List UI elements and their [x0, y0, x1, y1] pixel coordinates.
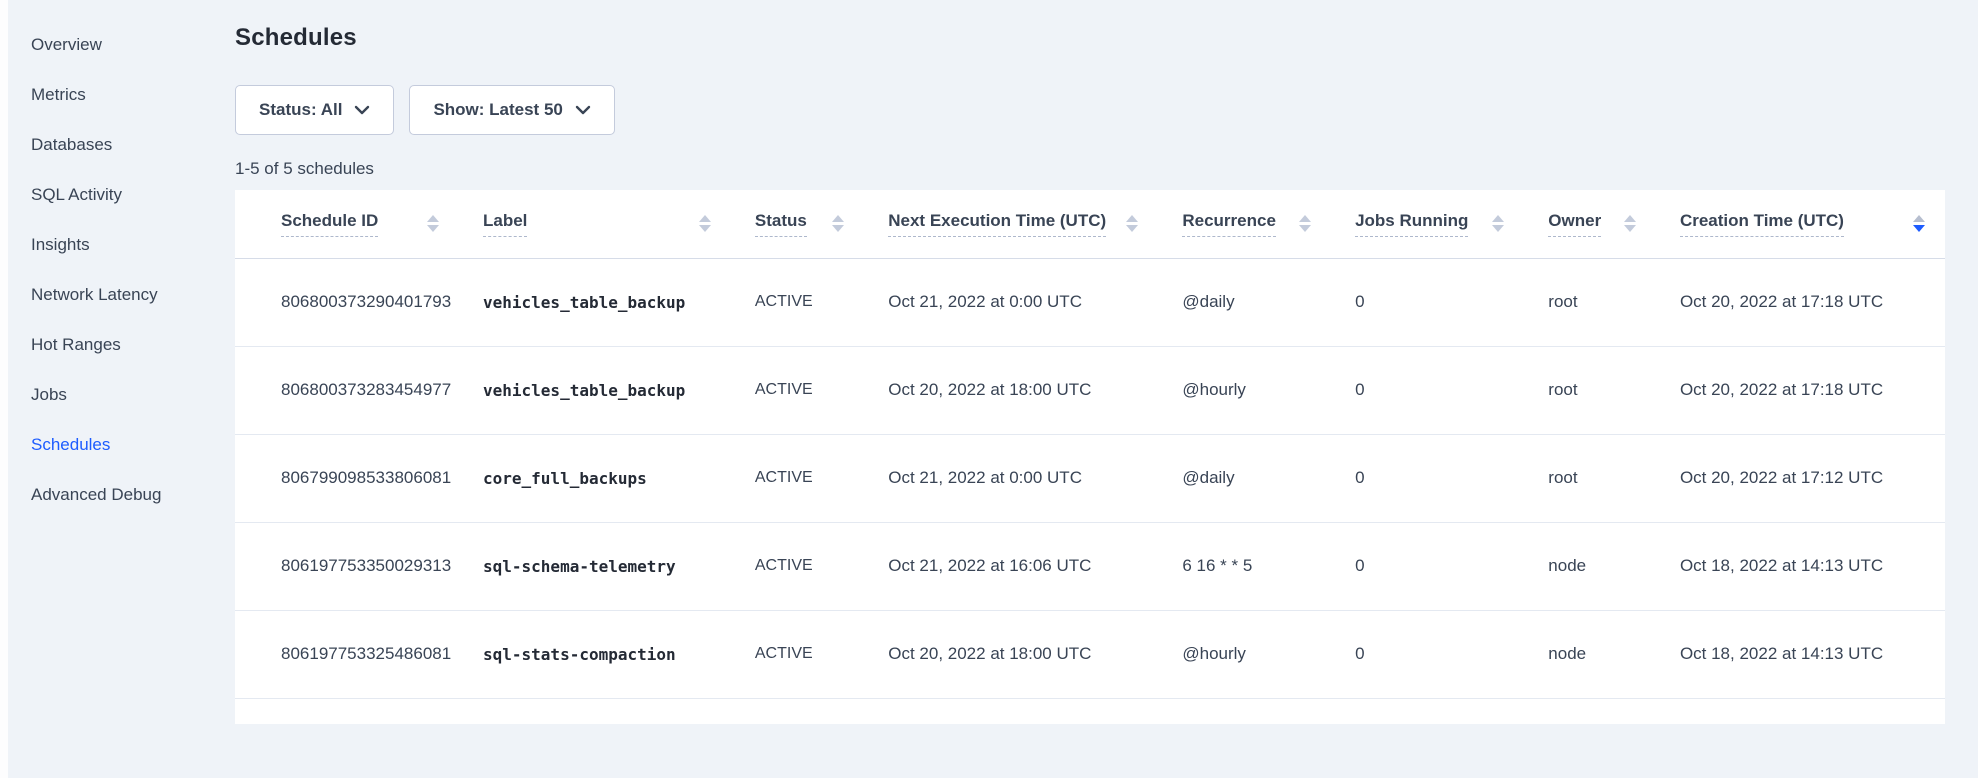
sidebar-item-hot-ranges[interactable]: Hot Ranges — [8, 320, 235, 370]
column-header-schedule-id[interactable]: Schedule ID — [235, 190, 459, 258]
show-limit-dropdown[interactable]: Show: Latest 50 — [409, 85, 614, 135]
sort-icon[interactable] — [832, 215, 844, 232]
cell-recurrence: @hourly — [1158, 346, 1331, 434]
column-header-owner[interactable]: Owner — [1524, 190, 1656, 258]
cell-schedule-id: 806197753350029313 — [235, 522, 459, 610]
table-row: 806799098533806081 core_full_backups ACT… — [235, 434, 1945, 522]
chevron-down-icon — [354, 105, 370, 115]
page-title: Schedules — [235, 24, 1945, 52]
sidebar-item-overview[interactable]: Overview — [8, 20, 235, 70]
cell-next-execution: Oct 20, 2022 at 18:00 UTC — [864, 346, 1158, 434]
schedules-table-card: Schedule ID Label Status Next Execution … — [235, 190, 1945, 724]
sidebar-item-databases[interactable]: Databases — [8, 120, 235, 170]
main-content: Schedules Status: All Show: Latest 50 1-… — [235, 0, 1978, 778]
chevron-down-icon — [575, 105, 591, 115]
sidebar-item-insights[interactable]: Insights — [8, 220, 235, 270]
cell-creation-time: Oct 18, 2022 at 14:13 UTC — [1656, 522, 1945, 610]
schedules-table: Schedule ID Label Status Next Execution … — [235, 190, 1945, 699]
table-row: 806197753325486081 sql-stats-compaction … — [235, 610, 1945, 698]
cell-schedule-id: 806799098533806081 — [235, 434, 459, 522]
cell-schedule-id: 806197753325486081 — [235, 610, 459, 698]
column-header-status[interactable]: Status — [731, 190, 864, 258]
table-header-row: Schedule ID Label Status Next Execution … — [235, 190, 1945, 258]
status-badge: ACTIVE — [731, 346, 864, 434]
cell-schedule-id: 806800373283454977 — [235, 346, 459, 434]
column-label: Jobs Running — [1355, 211, 1468, 237]
cell-jobs-running: 0 — [1331, 522, 1524, 610]
sort-icon[interactable] — [1624, 215, 1636, 232]
cell-next-execution: Oct 21, 2022 at 0:00 UTC — [864, 434, 1158, 522]
column-header-jobs-running[interactable]: Jobs Running — [1331, 190, 1524, 258]
table-row: 806800373290401793 vehicles_table_backup… — [235, 258, 1945, 346]
sidebar-item-network-latency[interactable]: Network Latency — [8, 270, 235, 320]
sort-icon[interactable] — [1126, 215, 1138, 232]
cell-recurrence: @daily — [1158, 258, 1331, 346]
status-badge: ACTIVE — [731, 610, 864, 698]
sort-icon[interactable] — [699, 215, 711, 232]
cell-label: sql-schema-telemetry — [459, 522, 731, 610]
cell-jobs-running: 0 — [1331, 610, 1524, 698]
sidebar-item-schedules[interactable]: Schedules — [8, 420, 235, 470]
cell-label: core_full_backups — [459, 434, 731, 522]
cell-jobs-running: 0 — [1331, 258, 1524, 346]
window-edge-strip — [0, 0, 8, 778]
cell-creation-time: Oct 20, 2022 at 17:12 UTC — [1656, 434, 1945, 522]
sidebar-item-advanced-debug[interactable]: Advanced Debug — [8, 470, 235, 520]
cell-owner: root — [1524, 258, 1656, 346]
column-label: Status — [755, 211, 807, 237]
column-header-creation-time[interactable]: Creation Time (UTC) — [1656, 190, 1945, 258]
cell-label: sql-stats-compaction — [459, 610, 731, 698]
sort-icon-active-desc[interactable] — [1913, 215, 1925, 232]
cell-owner: node — [1524, 522, 1656, 610]
column-label: Recurrence — [1182, 211, 1276, 237]
sidebar: Overview Metrics Databases SQL Activity … — [8, 0, 235, 778]
sort-icon[interactable] — [1492, 215, 1504, 232]
sidebar-item-metrics[interactable]: Metrics — [8, 70, 235, 120]
table-row: 806197753350029313 sql-schema-telemetry … — [235, 522, 1945, 610]
cell-owner: node — [1524, 610, 1656, 698]
filters-bar: Status: All Show: Latest 50 — [235, 85, 1945, 135]
cell-creation-time: Oct 18, 2022 at 14:13 UTC — [1656, 610, 1945, 698]
cell-owner: root — [1524, 434, 1656, 522]
status-filter-label: Status: All — [259, 100, 342, 120]
cell-next-execution: Oct 21, 2022 at 0:00 UTC — [864, 258, 1158, 346]
column-label: Label — [483, 211, 527, 237]
cell-recurrence: 6 16 * * 5 — [1158, 522, 1331, 610]
sidebar-item-jobs[interactable]: Jobs — [8, 370, 235, 420]
column-label: Schedule ID — [281, 211, 378, 237]
cell-jobs-running: 0 — [1331, 434, 1524, 522]
results-count: 1-5 of 5 schedules — [235, 159, 1945, 179]
cell-creation-time: Oct 20, 2022 at 17:18 UTC — [1656, 258, 1945, 346]
status-badge: ACTIVE — [731, 434, 864, 522]
column-label: Next Execution Time (UTC) — [888, 211, 1106, 237]
column-header-next-execution-time[interactable]: Next Execution Time (UTC) — [864, 190, 1158, 258]
cell-recurrence: @daily — [1158, 434, 1331, 522]
cell-recurrence: @hourly — [1158, 610, 1331, 698]
column-label: Creation Time (UTC) — [1680, 211, 1844, 237]
column-header-recurrence[interactable]: Recurrence — [1158, 190, 1331, 258]
status-filter-dropdown[interactable]: Status: All — [235, 85, 394, 135]
show-limit-label: Show: Latest 50 — [433, 100, 562, 120]
cell-jobs-running: 0 — [1331, 346, 1524, 434]
column-header-label[interactable]: Label — [459, 190, 731, 258]
cell-owner: root — [1524, 346, 1656, 434]
status-badge: ACTIVE — [731, 522, 864, 610]
cell-next-execution: Oct 21, 2022 at 16:06 UTC — [864, 522, 1158, 610]
cell-next-execution: Oct 20, 2022 at 18:00 UTC — [864, 610, 1158, 698]
cell-label: vehicles_table_backup — [459, 346, 731, 434]
status-badge: ACTIVE — [731, 258, 864, 346]
sort-icon[interactable] — [1299, 215, 1311, 232]
table-row: 806800373283454977 vehicles_table_backup… — [235, 346, 1945, 434]
cell-schedule-id: 806800373290401793 — [235, 258, 459, 346]
cell-label: vehicles_table_backup — [459, 258, 731, 346]
sort-icon[interactable] — [427, 215, 439, 232]
cell-creation-time: Oct 20, 2022 at 17:18 UTC — [1656, 346, 1945, 434]
column-label: Owner — [1548, 211, 1601, 237]
sidebar-item-sql-activity[interactable]: SQL Activity — [8, 170, 235, 220]
